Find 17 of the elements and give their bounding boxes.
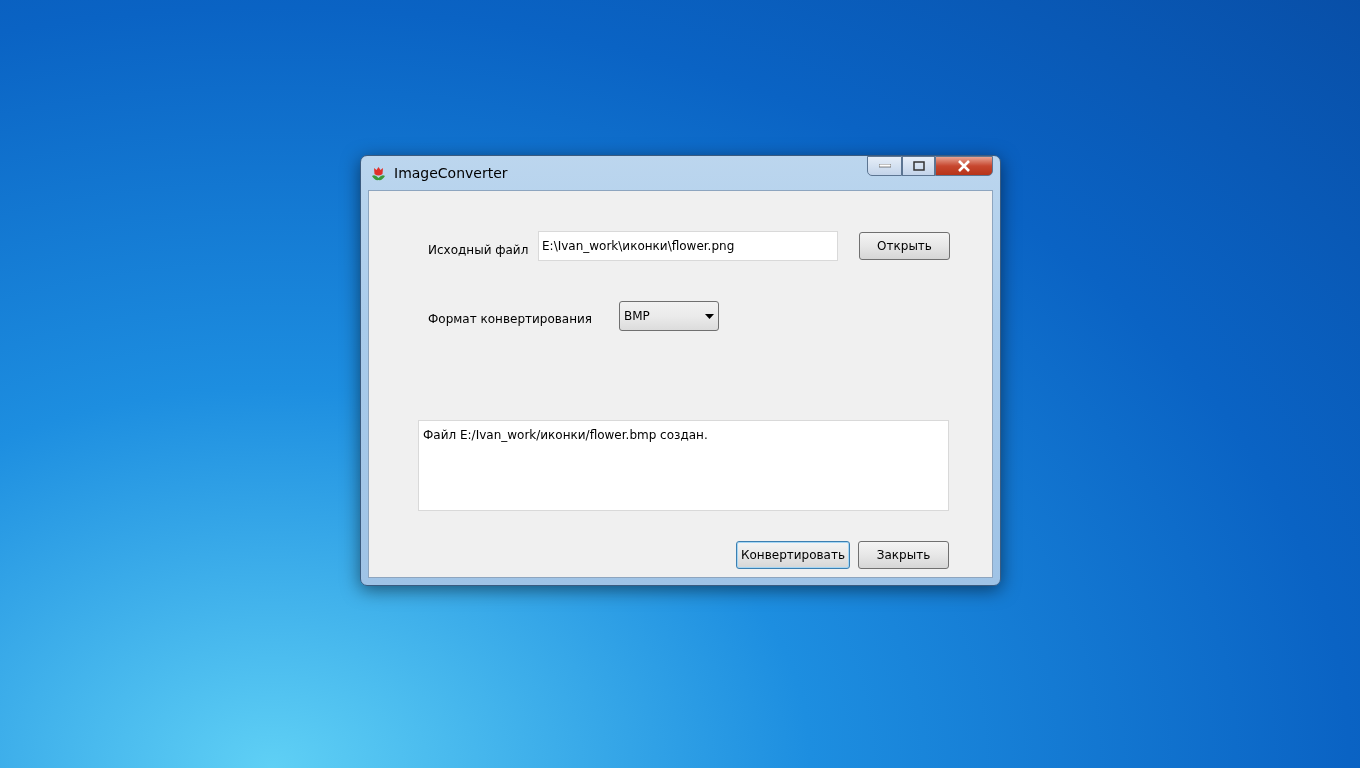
field-label: Исходный файл	[428, 242, 530, 259]
close-icon	[957, 160, 971, 172]
field-label: Формат конвертирования	[428, 311, 594, 328]
open-button[interactable]: Открыть	[859, 232, 950, 260]
window-title: ImageConverter	[394, 163, 508, 183]
output-text-area[interactable]: Файл E:/Ivan_work/иконки/flower.bmp создан.	[418, 420, 949, 511]
maximize-icon	[912, 161, 925, 171]
close-dialog-button[interactable]: Закрыть	[858, 541, 949, 569]
maximize-button[interactable]	[902, 156, 935, 176]
dropdown-caret-icon	[705, 313, 714, 319]
minimize-button[interactable]	[867, 156, 902, 176]
flower-icon	[370, 164, 387, 182]
minimize-icon	[878, 164, 891, 168]
close-button[interactable]	[935, 156, 993, 176]
file-path-field[interactable]: E:\Ivan_work\иконки\flower.png	[538, 231, 838, 261]
format-dropdown[interactable]: BMP	[619, 301, 719, 331]
convert-button[interactable]: Конвертировать	[736, 541, 850, 569]
